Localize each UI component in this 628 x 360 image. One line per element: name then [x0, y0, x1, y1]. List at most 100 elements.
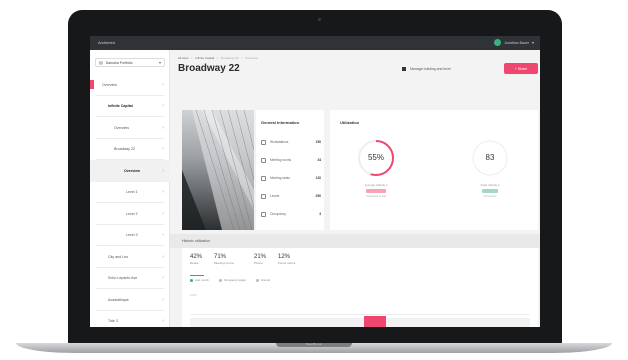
info-row: Levels 250 [261, 192, 321, 200]
utilization-card: Utilization 55% Average utilization Comp… [330, 110, 538, 230]
card-title: Utilization [340, 120, 360, 125]
stat-tab[interactable]: 71% Meeting rooms [214, 254, 234, 265]
stat-value: 12% [278, 254, 291, 260]
info-label: Meeting seats [270, 176, 290, 180]
sidebar-item[interactable]: Broadway 22 › [90, 139, 170, 160]
breadcrumb-sep: / [191, 56, 193, 60]
sidebar-item-label: Overview [102, 82, 117, 87]
chevron-right-icon: › [162, 103, 164, 110]
sidebar: ▤ Danubia Portfolio ▾ Overview › Infinite … [90, 50, 170, 327]
sidebar-item-label: Broadway 22 [114, 147, 135, 152]
chevron-down-icon: ▾ [531, 40, 534, 45]
chevron-right-icon: › [162, 146, 164, 153]
historic-card: 42% Desks 71% Meeting rooms 21% Phone 12… [182, 248, 538, 327]
secondary-caption: Peak utilization [480, 183, 500, 187]
card-title: General Information [261, 120, 300, 125]
sidebar-item[interactable]: Overview › [90, 160, 170, 182]
active-marker [90, 80, 94, 89]
sidebar-item[interactable]: Overview › [90, 117, 170, 139]
section-title: Historic utilization [182, 239, 210, 243]
levels-icon [261, 193, 266, 199]
portfolio-selector[interactable]: ▤ Danubia Portfolio ▾ [95, 58, 165, 67]
legend-item: Interval [256, 278, 270, 282]
info-label: Occupancy [270, 212, 286, 216]
info-value: 24 [317, 158, 321, 162]
sidebar-nav: Overview › Infinite Capital › Overview › Broad… [90, 74, 170, 327]
sidebar-item[interactable]: Soho Lepanto Ave › [90, 268, 170, 289]
info-row: Meeting seats 120 [261, 174, 321, 182]
building-icon: ▤ [99, 60, 103, 65]
sidebar-item[interactable]: Level 1 › [90, 182, 170, 203]
info-value: 250 [315, 194, 321, 198]
sidebar-item-label: Soho Lepanto Ave [108, 276, 138, 281]
stat-value: 71% [214, 254, 227, 260]
chevron-right-icon: › [162, 210, 164, 217]
sidebar-item[interactable]: Overview › [90, 74, 170, 96]
sidebar-item[interactable]: Infinite Capital › [90, 96, 170, 117]
stat-tab[interactable]: 12% Focus rooms [278, 254, 295, 265]
laptop-brand-label: MacBook [305, 342, 322, 346]
chart-highlight-bar[interactable] [364, 316, 386, 327]
chart-gridline [190, 314, 530, 315]
share-button[interactable]: + Share [504, 63, 538, 74]
breadcrumb-current[interactable]: Broadway 22 [221, 56, 239, 60]
sidebar-item-label: Acadiathique [108, 297, 129, 302]
room-icon [261, 157, 266, 163]
stat-label: Phone [254, 261, 263, 265]
sidebar-item-label: Tide 3 [108, 319, 118, 324]
sidebar-item-label: Overview [124, 168, 140, 173]
breadcrumb-sep: / [241, 56, 243, 60]
stat-label: Meeting rooms [214, 261, 234, 265]
avatar [494, 39, 502, 46]
manage-button-label: Manage building and level [410, 67, 451, 71]
info-label: Workstations [270, 140, 289, 144]
seat-icon [261, 175, 266, 181]
chevron-right-icon: › [162, 275, 164, 282]
stat-label: Desks [190, 261, 199, 265]
sidebar-item-label: Level 1 [126, 190, 138, 195]
sidebar-item[interactable]: Tide 3 › [90, 311, 170, 328]
info-row: Workstations 150 [261, 138, 321, 146]
sidebar-item-label: Infinite Capital [108, 104, 133, 109]
stat-value: 42% [190, 254, 203, 260]
info-label: Meeting rooms [270, 158, 292, 162]
screen: Archimed Jonathan Bauer ▾ ▤ Danubia Port… [90, 36, 540, 327]
user-menu[interactable]: Jonathan Bauer ▾ [494, 39, 534, 46]
manage-button[interactable]: Manage building and level [398, 64, 468, 74]
edit-icon [402, 67, 406, 71]
chevron-right-icon: › [162, 124, 164, 131]
badge-caption: Occupancy [483, 195, 497, 198]
stat-label: Focus rooms [278, 261, 296, 265]
chevron-down-icon: ▾ [158, 60, 161, 65]
sidebar-item-label: Level 3 [126, 233, 138, 238]
desk-icon [261, 139, 266, 145]
breadcrumb-root[interactable]: All sites [178, 56, 188, 60]
sidebar-item-label: Level 2 [126, 211, 138, 216]
historic-header: Historic utilization [170, 234, 540, 248]
breadcrumb: All sites / Infinite Capital / Broadway … [178, 56, 258, 60]
stat-tab[interactable]: 21% Phone [254, 254, 266, 265]
app-name: Archimed [98, 40, 115, 45]
gauge-caption: Average utilization [364, 183, 388, 187]
chevron-right-icon: › [162, 81, 164, 88]
building-photo [182, 110, 254, 230]
chevron-right-icon: › [162, 253, 164, 260]
sidebar-item[interactable]: Level 3 › [90, 225, 170, 246]
chevron-right-icon: › [162, 318, 164, 325]
people-icon [261, 211, 266, 217]
info-value: 150 [315, 140, 321, 144]
info-label: Levels [270, 194, 280, 198]
sidebar-item-label: Overview [114, 125, 129, 130]
breadcrumb-sep: / [217, 56, 219, 60]
sidebar-item[interactable]: Acadiathique › [90, 289, 170, 311]
info-value: 120 [315, 176, 321, 180]
stat-tab[interactable]: 42% Desks [190, 254, 204, 276]
page-title: Broadway 22 [178, 63, 240, 74]
stat-value: 21% [254, 254, 267, 260]
sidebar-item[interactable]: City and Leo › [90, 246, 170, 268]
breadcrumb-parent[interactable]: Infinite Capital [195, 56, 214, 60]
main-content: All sites / Infinite Capital / Broadway … [170, 50, 540, 327]
gauge-value: 55% [367, 153, 384, 162]
chevron-right-icon: › [162, 232, 164, 239]
sidebar-item[interactable]: Level 2 › [90, 203, 170, 225]
